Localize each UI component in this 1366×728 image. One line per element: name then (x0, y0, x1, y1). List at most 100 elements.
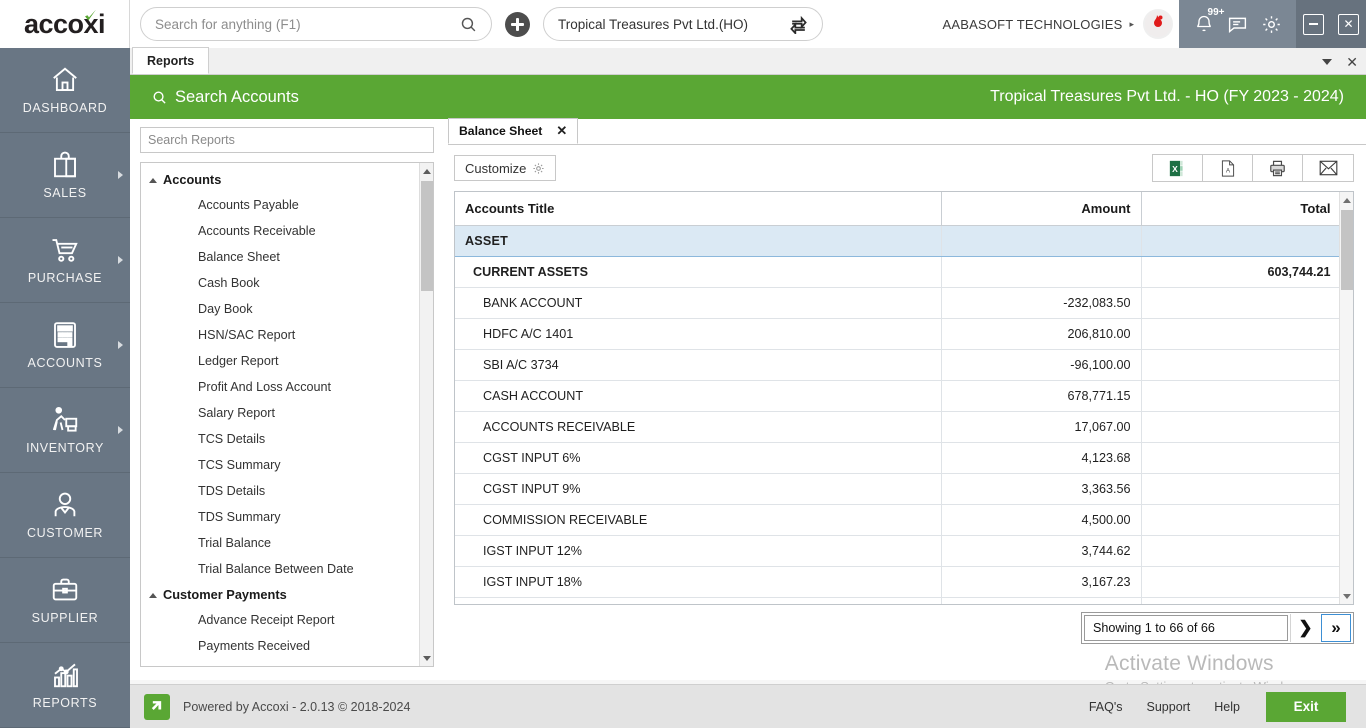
help-link[interactable]: Help (1214, 700, 1240, 714)
cell-title: CASH ACCOUNT (455, 380, 942, 412)
exit-button[interactable]: Exit (1266, 691, 1346, 722)
chevron-right-icon[interactable] (118, 256, 123, 264)
table-row[interactable]: COMMISSION RECEIVABLE 4,500.00 (455, 504, 1342, 536)
list-item[interactable]: Profit And Loss Account (141, 374, 419, 400)
list-item[interactable]: Refund History (141, 659, 419, 666)
cell-amount: -232,083.50 (941, 287, 1142, 319)
excel-export-button[interactable]: X (1153, 155, 1203, 181)
list-item[interactable]: Accounts Receivable (141, 218, 419, 244)
table-row[interactable]: ASSET (455, 225, 1342, 257)
sidebar-item-supplier[interactable]: SUPPLIER (0, 558, 130, 643)
list-item[interactable]: Accounts Payable (141, 192, 419, 218)
cell-title: ASSET (455, 225, 942, 257)
email-button[interactable] (1303, 155, 1353, 181)
scroll-down-button[interactable] (1340, 588, 1353, 604)
list-item[interactable]: Balance Sheet (141, 244, 419, 270)
table-row[interactable]: CURRENT ASSETS 603,744.21 (455, 256, 1342, 288)
reports-scrollbar[interactable] (419, 163, 433, 666)
chevron-right-icon[interactable] (118, 426, 123, 434)
customize-button[interactable]: Customize (454, 155, 557, 181)
avatar[interactable] (1143, 9, 1173, 39)
minimize-icon[interactable] (1303, 13, 1324, 35)
last-page-button[interactable]: » (1321, 614, 1351, 642)
scroll-up-button[interactable] (420, 163, 433, 179)
list-item[interactable]: Day Book (141, 296, 419, 322)
table-row[interactable]: SBI A/C 3734 -96,100.00 (455, 349, 1342, 381)
list-item[interactable]: Ledger Report (141, 348, 419, 374)
list-item[interactable]: Advance Receipt Report (141, 607, 419, 633)
next-page-button[interactable]: ❯ (1290, 614, 1320, 642)
close-icon[interactable]: ✕ (1338, 13, 1359, 35)
sidebar-item-dashboard[interactable]: DASHBOARD (0, 48, 130, 133)
app-logo-text: accoxi (24, 9, 106, 40)
pdf-export-button[interactable]: A (1203, 155, 1253, 181)
column-header-accounts-title[interactable]: Accounts Title (455, 192, 942, 226)
balance-sheet-table: Accounts Title Amount Total ASSET CURREN (455, 192, 1342, 604)
table-row[interactable]: IGST INPUT 5% 1,384.32 (455, 597, 1342, 604)
chevron-right-icon[interactable] (118, 171, 123, 179)
switch-branch-icon[interactable] (789, 15, 808, 34)
search-accounts-button[interactable]: Search Accounts (152, 88, 299, 107)
support-link[interactable]: Support (1147, 700, 1191, 714)
table-scrollbar[interactable] (1339, 192, 1353, 604)
tab-reports[interactable]: Reports (132, 47, 210, 74)
reports-search-input[interactable] (148, 133, 426, 147)
table-row[interactable]: CGST INPUT 9% 3,363.56 (455, 473, 1342, 505)
chevron-down-icon[interactable] (1322, 59, 1333, 65)
chevron-right-icon[interactable]: ▸ (1129, 19, 1134, 30)
list-item[interactable]: TDS Details (141, 478, 419, 504)
cell-total (1141, 442, 1342, 474)
sidebar-item-purchase[interactable]: PURCHASE (0, 218, 130, 303)
reports-list: Accounts Accounts Payable Accounts Recei… (141, 163, 419, 666)
chat-icon[interactable] (1227, 14, 1248, 35)
search-input[interactable] (155, 16, 460, 32)
table-row[interactable]: CASH ACCOUNT 678,771.15 (455, 380, 1342, 412)
sidebar-item-inventory[interactable]: INVENTORY (0, 388, 130, 473)
close-icon[interactable]: ✕ (1346, 55, 1358, 69)
list-item[interactable]: TCS Details (141, 426, 419, 452)
table-row[interactable]: ACCOUNTS RECEIVABLE 17,067.00 (455, 411, 1342, 443)
table-row[interactable]: HDFC A/C 1401 206,810.00 (455, 318, 1342, 350)
add-new-button[interactable] (505, 11, 530, 37)
scroll-down-button[interactable] (420, 650, 433, 666)
print-button[interactable] (1253, 155, 1303, 181)
column-header-amount[interactable]: Amount (941, 192, 1142, 226)
chevron-right-icon[interactable] (118, 341, 123, 349)
reports-search[interactable] (140, 127, 434, 153)
search-icon[interactable] (460, 16, 477, 33)
scrollbar-thumb[interactable] (1341, 210, 1353, 290)
global-search[interactable] (140, 7, 492, 41)
sidebar-item-sales[interactable]: SALES (0, 133, 130, 218)
list-item[interactable]: TDS Summary (141, 504, 419, 530)
branch-selector[interactable]: Tropical Treasures Pvt Ltd.(HO) (543, 7, 823, 41)
sidebar-item-customer[interactable]: CUSTOMER (0, 473, 130, 558)
footer-links: FAQ's Support Help (1089, 700, 1240, 714)
table-row[interactable]: BANK ACCOUNT -232,083.50 (455, 287, 1342, 319)
list-item[interactable]: HSN/SAC Report (141, 322, 419, 348)
sidebar-item-reports[interactable]: REPORTS (0, 643, 130, 728)
list-item[interactable]: Trial Balance (141, 530, 419, 556)
svg-text:A: A (1225, 167, 1230, 174)
scrollbar-thumb[interactable] (421, 181, 433, 291)
sidebar-item-accounts[interactable]: ACCOUNTS (0, 303, 130, 388)
gear-icon[interactable] (1261, 14, 1282, 35)
table-row[interactable]: IGST INPUT 18% 3,167.23 (455, 566, 1342, 598)
list-item[interactable]: Salary Report (141, 400, 419, 426)
bell-icon[interactable]: 99+ (1194, 7, 1225, 34)
tab-balance-sheet[interactable]: Balance Sheet ✕ (448, 118, 579, 144)
report-group-accounts[interactable]: Accounts (141, 167, 419, 192)
list-item[interactable]: Cash Book (141, 270, 419, 296)
body-row: Accounts Accounts Payable Accounts Recei… (130, 118, 1366, 680)
scroll-up-button[interactable] (1340, 192, 1353, 208)
organization-menu[interactable]: AABASOFT TECHNOLOGIES ▸ (942, 0, 1179, 48)
report-group-customer-payments[interactable]: Customer Payments (141, 582, 419, 607)
table-row[interactable]: CGST INPUT 6% 4,123.68 (455, 442, 1342, 474)
column-header-total[interactable]: Total (1141, 192, 1342, 226)
close-icon[interactable]: ✕ (556, 123, 567, 139)
sidebar-item-label: ACCOUNTS (27, 356, 103, 370)
list-item[interactable]: Payments Received (141, 633, 419, 659)
table-row[interactable]: IGST INPUT 12% 3,744.62 (455, 535, 1342, 567)
faq-link[interactable]: FAQ's (1089, 700, 1123, 714)
list-item[interactable]: Trial Balance Between Date (141, 556, 419, 582)
list-item[interactable]: TCS Summary (141, 452, 419, 478)
